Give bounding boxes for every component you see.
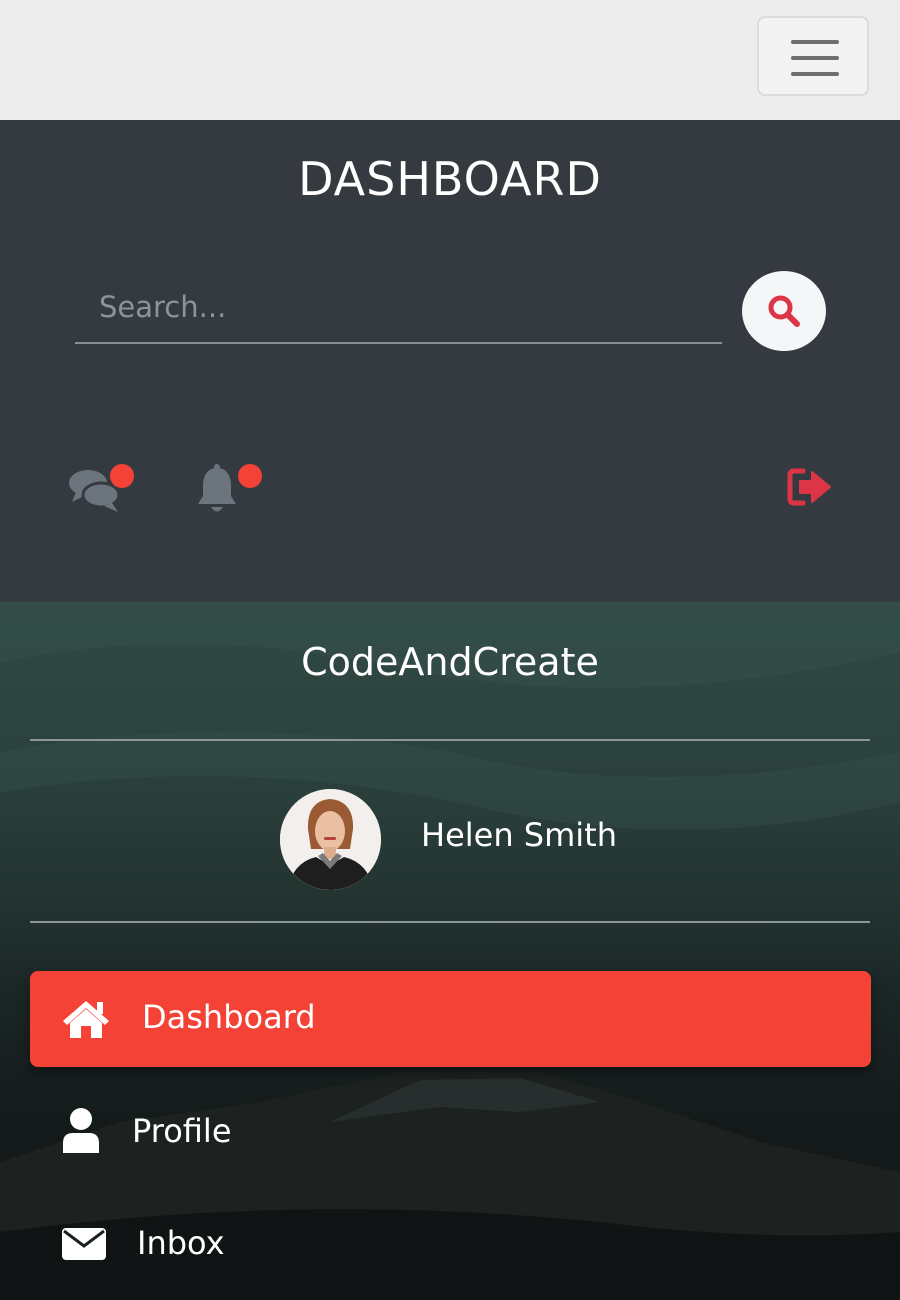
messages-badge (110, 464, 134, 488)
search-icon (768, 295, 800, 327)
sidebar-item-profile[interactable]: Profile (30, 1083, 871, 1179)
sidebar: CodeAndCreate Helen Smith Dashboard Prof… (0, 602, 900, 1300)
search-button[interactable] (742, 271, 826, 351)
page-title: DASHBOARD (298, 152, 602, 206)
avatar[interactable] (280, 789, 381, 890)
sidebar-item-inbox[interactable]: Inbox (30, 1195, 871, 1291)
sidebar-item-label: Inbox (137, 1224, 225, 1262)
dashboard-header: DASHBOARD (0, 120, 900, 602)
bell-icon (198, 464, 236, 512)
sidebar-item-label: Profile (132, 1112, 232, 1150)
envelope-icon (62, 1228, 106, 1260)
user-icon (63, 1108, 99, 1153)
top-navbar (0, 0, 900, 120)
sidebar-item-dashboard[interactable]: Dashboard (30, 971, 871, 1067)
divider (30, 921, 870, 923)
brand-name: CodeAndCreate (301, 640, 599, 684)
user-name: Helen Smith (421, 816, 617, 854)
home-icon (63, 1001, 109, 1038)
menu-toggle-button[interactable] (757, 16, 869, 96)
divider (30, 739, 870, 741)
logout-button[interactable] (786, 466, 834, 508)
sign-out-icon (787, 468, 831, 506)
search-input[interactable] (75, 272, 722, 344)
notifications-badge (238, 464, 262, 488)
hamburger-icon (791, 40, 839, 44)
sidebar-item-label: Dashboard (142, 998, 316, 1036)
messages-button[interactable] (68, 462, 138, 518)
notifications-button[interactable] (195, 462, 265, 518)
